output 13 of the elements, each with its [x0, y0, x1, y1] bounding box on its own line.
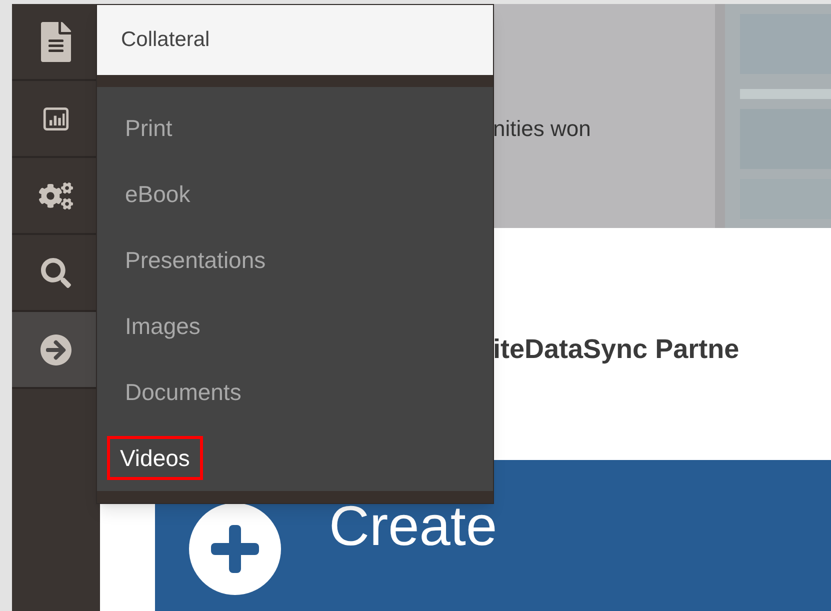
menu-item[interactable]: Presentations	[107, 238, 284, 282]
menu-item[interactable]: Videos	[107, 436, 203, 480]
search-icon	[41, 258, 71, 288]
menu-item[interactable]: Print	[107, 106, 190, 150]
page-heading: iteDataSync Partne	[493, 333, 740, 366]
arrow-right-icon	[40, 334, 72, 366]
bar-chart-icon	[43, 106, 69, 132]
menu-title: Collateral	[97, 5, 493, 75]
menu-item[interactable]: eBook	[107, 172, 208, 216]
plus-icon	[189, 503, 281, 595]
hero-text: nities won	[493, 115, 591, 143]
menu-item[interactable]: Documents	[107, 370, 260, 414]
menu-item[interactable]: Images	[107, 304, 218, 348]
